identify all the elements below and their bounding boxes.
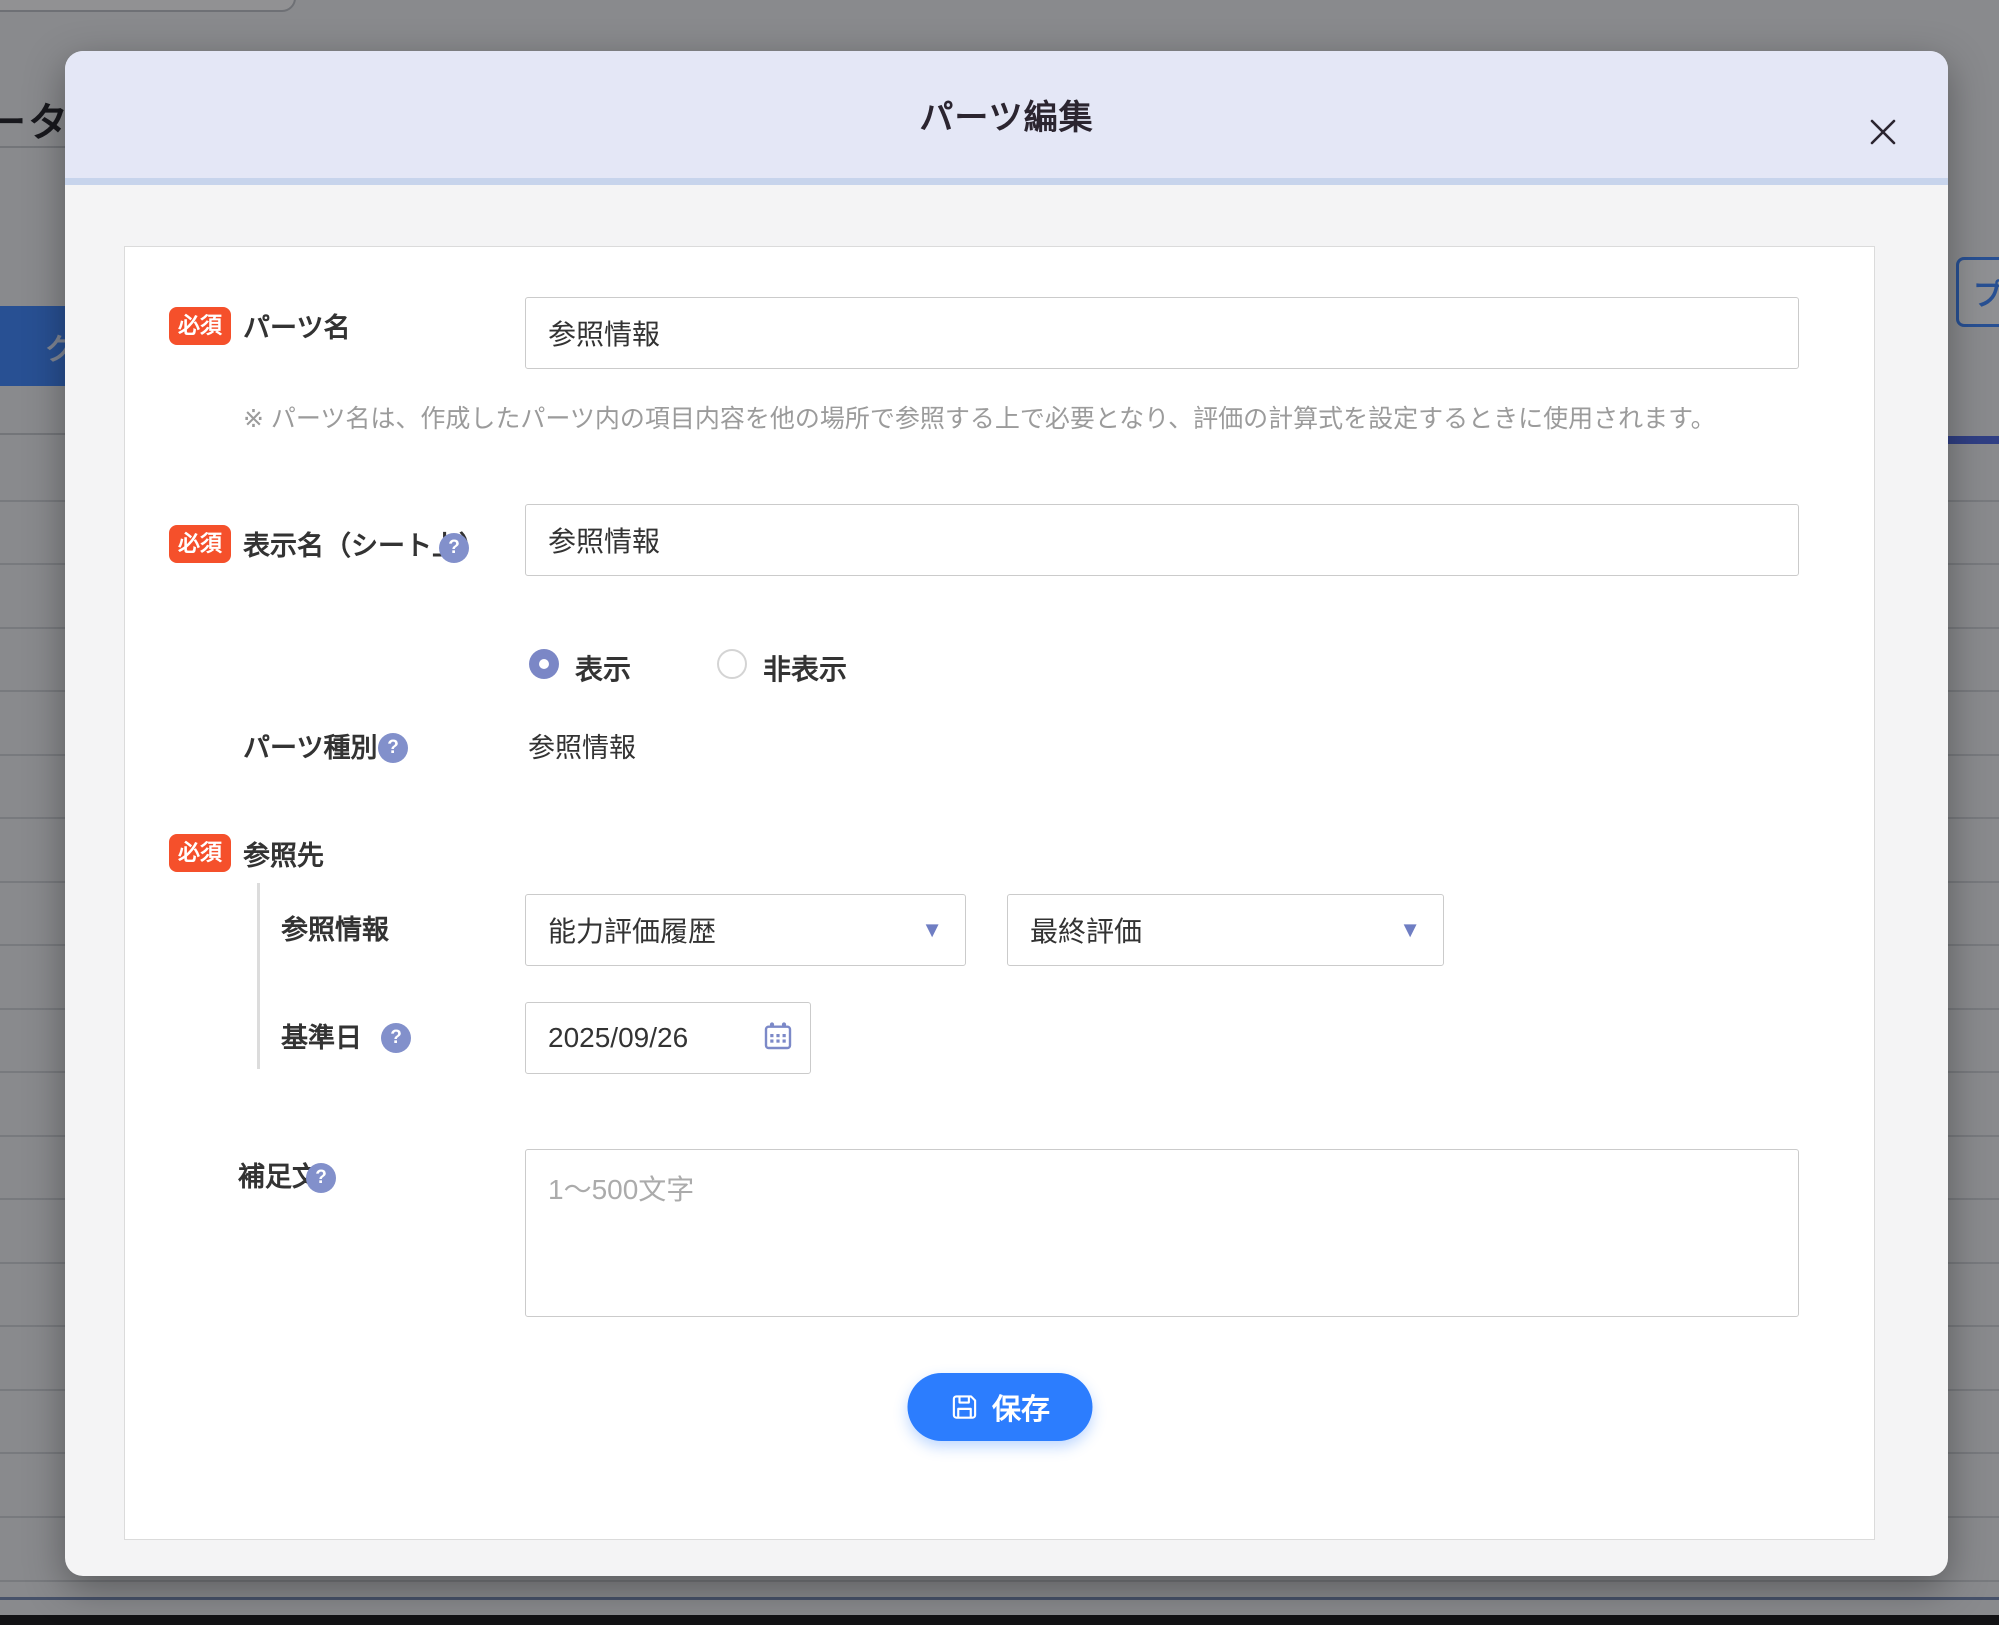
parts-type-label: パーツ種別 <box>243 733 378 763</box>
base-date-label: 基準日 <box>281 1023 362 1053</box>
chevron-down-icon: ▼ <box>1399 917 1421 942</box>
display-name-input[interactable] <box>525 504 1799 576</box>
display-name-help-icon[interactable]: ? <box>439 533 469 563</box>
visibility-hide-label: 非表示 <box>763 654 848 685</box>
reference-info-label: 参照情報 <box>281 915 389 945</box>
visibility-show-label: 表示 <box>575 654 632 685</box>
save-icon <box>949 1392 979 1422</box>
base-date-value: 2025/09/26 <box>548 1022 689 1053</box>
reference-group-line <box>257 883 260 1069</box>
visibility-radio-hide[interactable] <box>717 649 747 679</box>
required-badge: 必須 <box>169 307 232 345</box>
reference-item-dropdown[interactable]: 最終評価 ▼ <box>1007 894 1444 966</box>
parts-type-value: 参照情報 <box>528 733 636 763</box>
parts-edit-modal: パーツ編集 必須 パーツ名 ※ パーツ名は、作成したパーツ内の項目内容を他の場所… <box>65 51 1948 1576</box>
reference-source-value: 能力評価履歴 <box>548 916 717 947</box>
modal-title: パーツ編集 <box>919 99 1094 137</box>
required-badge: 必須 <box>169 525 232 563</box>
save-label: 保存 <box>991 1394 1051 1426</box>
close-icon <box>1863 112 1903 155</box>
form-card: 必須 パーツ名 ※ パーツ名は、作成したパーツ内の項目内容を他の場所で参照する上… <box>124 246 1875 1540</box>
chevron-down-icon: ▼ <box>921 917 943 942</box>
supplement-help-icon[interactable]: ? <box>306 1163 336 1193</box>
reference-source-dropdown[interactable]: 能力評価履歴 ▼ <box>525 894 966 966</box>
required-badge: 必須 <box>169 834 232 872</box>
radio-dot <box>539 659 549 669</box>
parts-type-help-icon[interactable]: ? <box>378 733 408 763</box>
base-date-help-icon[interactable]: ? <box>381 1023 411 1053</box>
parts-name-label: パーツ名 <box>243 313 351 343</box>
save-button[interactable]: 保存 <box>906 1373 1093 1441</box>
parts-name-input[interactable] <box>525 297 1799 369</box>
reference-label: 参照先 <box>243 841 324 871</box>
base-date-field[interactable]: 2025/09/26 <box>525 1002 811 1074</box>
supplement-textarea[interactable] <box>525 1149 1799 1317</box>
reference-item-value: 最終評価 <box>1030 916 1143 947</box>
visibility-radio-show[interactable] <box>529 649 559 679</box>
close-button[interactable] <box>1859 109 1907 157</box>
calendar-icon[interactable] <box>762 1020 794 1057</box>
parts-name-note: ※ パーツ名は、作成したパーツ内の項目内容を他の場所で参照する上で必要となり、評… <box>243 405 1716 433</box>
modal-header: パーツ編集 <box>65 51 1948 185</box>
